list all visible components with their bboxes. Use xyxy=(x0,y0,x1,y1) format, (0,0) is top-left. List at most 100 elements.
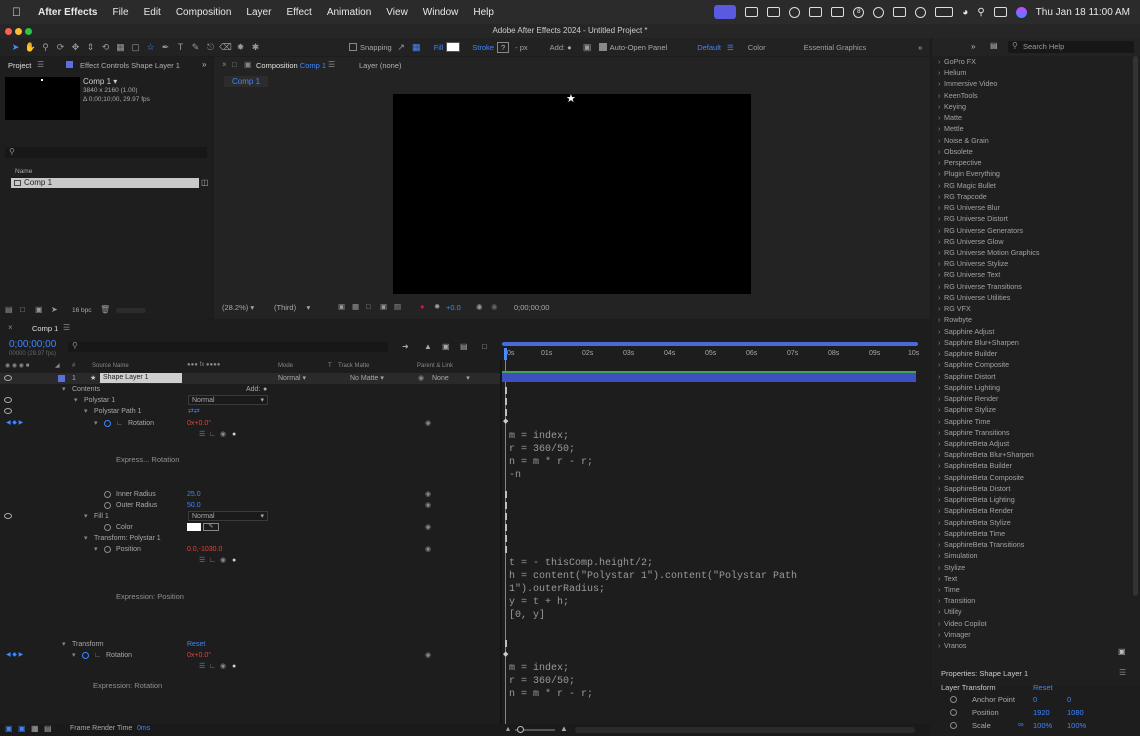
show-snapshot-icon[interactable]: ◉ xyxy=(491,302,498,311)
layer-rotation-expression-language-icon[interactable]: ● xyxy=(232,661,236,672)
effect-category-item[interactable]: › Mettle xyxy=(932,123,1132,134)
layer-mode-dropdown[interactable]: Normal ▾ xyxy=(278,373,306,384)
effect-category-item[interactable]: › Sapphire Lighting xyxy=(932,382,1132,393)
scale-y-value[interactable]: 100% xyxy=(1067,721,1086,730)
toggle-in-out-icon[interactable]: ▤ xyxy=(44,724,52,733)
effect-category-item[interactable]: › RG Universe Text xyxy=(932,269,1132,280)
viewer-timecode[interactable]: 0;00;00;00 xyxy=(514,303,549,312)
contents-row[interactable]: ▾ Contents Add: ● xyxy=(0,384,500,395)
color-channels-icon[interactable]: ● xyxy=(420,302,425,311)
project-menu-icon[interactable]: ☰ xyxy=(37,60,44,69)
polystar-caret[interactable]: ▾ xyxy=(74,395,80,406)
shy-layers-icon[interactable]: ▣ xyxy=(442,342,450,351)
keyframe-diamond[interactable]: ◆ xyxy=(503,417,508,425)
menu-window[interactable]: Window xyxy=(423,7,459,18)
layer-rotation-expression-enable-icon[interactable]: ☰ xyxy=(199,661,205,672)
effect-category-item[interactable]: › Sapphire Adjust xyxy=(932,326,1132,337)
rotation-caret[interactable]: ▾ xyxy=(94,418,100,429)
zoom-tool-icon[interactable]: ⚲ xyxy=(40,42,51,53)
snap-grid-icon[interactable]: ▦ xyxy=(411,42,422,53)
effect-category-item[interactable]: › GoPro FX xyxy=(932,56,1132,67)
polystar-eye-icon[interactable] xyxy=(4,397,12,403)
effect-category-item[interactable]: › Time xyxy=(932,584,1132,595)
color-eyedropper-icon[interactable]: ✎ xyxy=(203,523,219,531)
inner-radius-pickwhip[interactable]: ◉ xyxy=(425,489,431,500)
col-track-matte[interactable]: Track Matte xyxy=(338,363,369,369)
effect-category-item[interactable]: › KeenTools xyxy=(932,90,1132,101)
position-stopwatch-icon[interactable] xyxy=(104,546,111,553)
orbit-tool-icon[interactable]: ⟳ xyxy=(55,42,66,53)
brush-tool-icon[interactable]: ✎ xyxy=(190,42,201,53)
effect-category-item[interactable]: › SapphireBeta Builder xyxy=(932,460,1132,471)
polystar-path-eye-icon[interactable] xyxy=(4,408,12,414)
work-area-bar[interactable] xyxy=(502,342,918,346)
new-bin-icon[interactable]: ▣ xyxy=(1118,647,1126,656)
position-row[interactable]: ▾ Position 0.0,-1030.0 ◉ xyxy=(0,544,500,555)
close-tab-icon[interactable]: × xyxy=(222,60,227,69)
keyboard-icon[interactable] xyxy=(893,7,907,17)
rotate-tool-icon[interactable]: ⟲ xyxy=(100,42,111,53)
layer-rotation-expression-editor[interactable]: m = index; r = 360/50; n = m * r - r; xyxy=(509,662,593,701)
color-swatch[interactable] xyxy=(187,523,201,531)
properties-menu-icon[interactable]: ☰ xyxy=(1119,668,1126,677)
layer-rotation-pickwhip[interactable]: ◉ xyxy=(425,650,431,661)
position-expression-language-icon[interactable]: ● xyxy=(232,555,236,566)
zoom-out-icon[interactable]: ▴ xyxy=(506,724,510,733)
grid-guides-icon[interactable]: ▤ xyxy=(394,302,401,311)
expression-pickwhip-icon[interactable]: ◉ xyxy=(220,429,226,440)
rotation-graph-icon[interactable]: ∟ xyxy=(116,418,123,429)
effect-category-item[interactable]: › Sapphire Distort xyxy=(932,371,1132,382)
effect-category-item[interactable]: › Obsolete xyxy=(932,146,1132,157)
menubar-clock[interactable]: Thu Jan 18 11:00 AM xyxy=(1036,7,1130,18)
menu-view[interactable]: View xyxy=(386,7,408,18)
layer-rotation-expression-graph-icon[interactable]: ∟ xyxy=(209,661,216,672)
exposure-value[interactable]: +0.0 xyxy=(446,303,461,312)
tab-effect-controls[interactable]: Effect Controls Shape Layer 1 xyxy=(80,61,180,70)
anchor-stopwatch-icon[interactable] xyxy=(950,696,957,703)
color-row[interactable]: Color ✎ ◉ xyxy=(0,522,500,533)
effect-category-item[interactable]: › SapphireBeta Distort xyxy=(932,483,1132,494)
effect-category-item[interactable]: › Transition xyxy=(932,595,1132,606)
zoom-dropdown[interactable]: (28.2%) ▾ xyxy=(222,303,254,312)
fill-mode-dropdown[interactable]: Normal ▾ xyxy=(188,511,268,521)
timeline-close-icon[interactable]: × xyxy=(8,323,13,332)
pan-behind-tool-icon[interactable]: ▦ xyxy=(115,42,126,53)
fill-label[interactable]: Fill xyxy=(434,43,444,52)
keyframe-diamond[interactable]: ◆ xyxy=(503,650,508,658)
workspace-default[interactable]: Default xyxy=(697,43,721,52)
tab-composition[interactable]: Composition Comp 1 xyxy=(256,61,326,70)
comp-mini-flowchart-icon[interactable]: ➜ xyxy=(402,342,409,351)
effect-category-item[interactable]: › Sapphire Transitions xyxy=(932,427,1132,438)
stroke-swatch[interactable]: ? xyxy=(496,41,510,53)
position-caret[interactable]: ▾ xyxy=(94,544,100,555)
transparency-grid-icon[interactable]: ▦ xyxy=(352,302,359,311)
fill-color-swatch[interactable] xyxy=(446,42,461,52)
color-stopwatch-icon[interactable] xyxy=(104,524,111,531)
effect-category-item[interactable]: › Perspective xyxy=(932,157,1132,168)
spotlight-search-icon[interactable]: ⚲ xyxy=(977,7,984,18)
transform-polystar-row[interactable]: ▾ Transform: Polystar 1 xyxy=(0,533,500,544)
timeline-search-input[interactable]: ⚲ xyxy=(68,341,388,352)
effect-category-item[interactable]: › Immersive Video xyxy=(932,78,1132,89)
effect-category-item[interactable]: › Sapphire Stylize xyxy=(932,404,1132,415)
outer-radius-row[interactable]: Outer Radius 50.0 ◉ xyxy=(0,500,500,511)
dropbox-icon[interactable] xyxy=(767,7,781,17)
effect-category-item[interactable]: › RG Universe Glow xyxy=(932,236,1132,247)
outer-radius-pickwhip[interactable]: ◉ xyxy=(425,500,431,511)
close-window-button[interactable] xyxy=(5,28,12,35)
keyframe-marker[interactable] xyxy=(505,409,507,416)
keyframe-nav-icon[interactable]: ◀ ◆ ▶ xyxy=(6,418,23,429)
menu-help[interactable]: Help xyxy=(473,7,494,18)
polystar-path-row[interactable]: ▾ Polystar Path 1 ⇄⇄ xyxy=(0,406,500,417)
roto-brush-tool-icon[interactable]: ✸ xyxy=(235,42,246,53)
panel-layout-icon[interactable]: ▤ xyxy=(990,41,998,50)
rotation-expression-editor[interactable]: m = index; r = 360/50; n = m * r - r; -n xyxy=(509,430,593,482)
layer-rotation-value[interactable]: 0x+0.0° xyxy=(187,650,211,661)
snapshot-icon[interactable]: ◉ xyxy=(476,302,483,311)
keyframe-marker[interactable] xyxy=(505,387,507,394)
effect-category-item[interactable]: › Matte xyxy=(932,112,1132,123)
draft-3d-icon[interactable]: ▲ xyxy=(424,342,432,351)
visibility-eye-icon[interactable] xyxy=(4,375,12,381)
effect-category-item[interactable]: › SapphireBeta Render xyxy=(932,505,1132,516)
effect-category-item[interactable]: › RG Trapcode xyxy=(932,191,1132,202)
